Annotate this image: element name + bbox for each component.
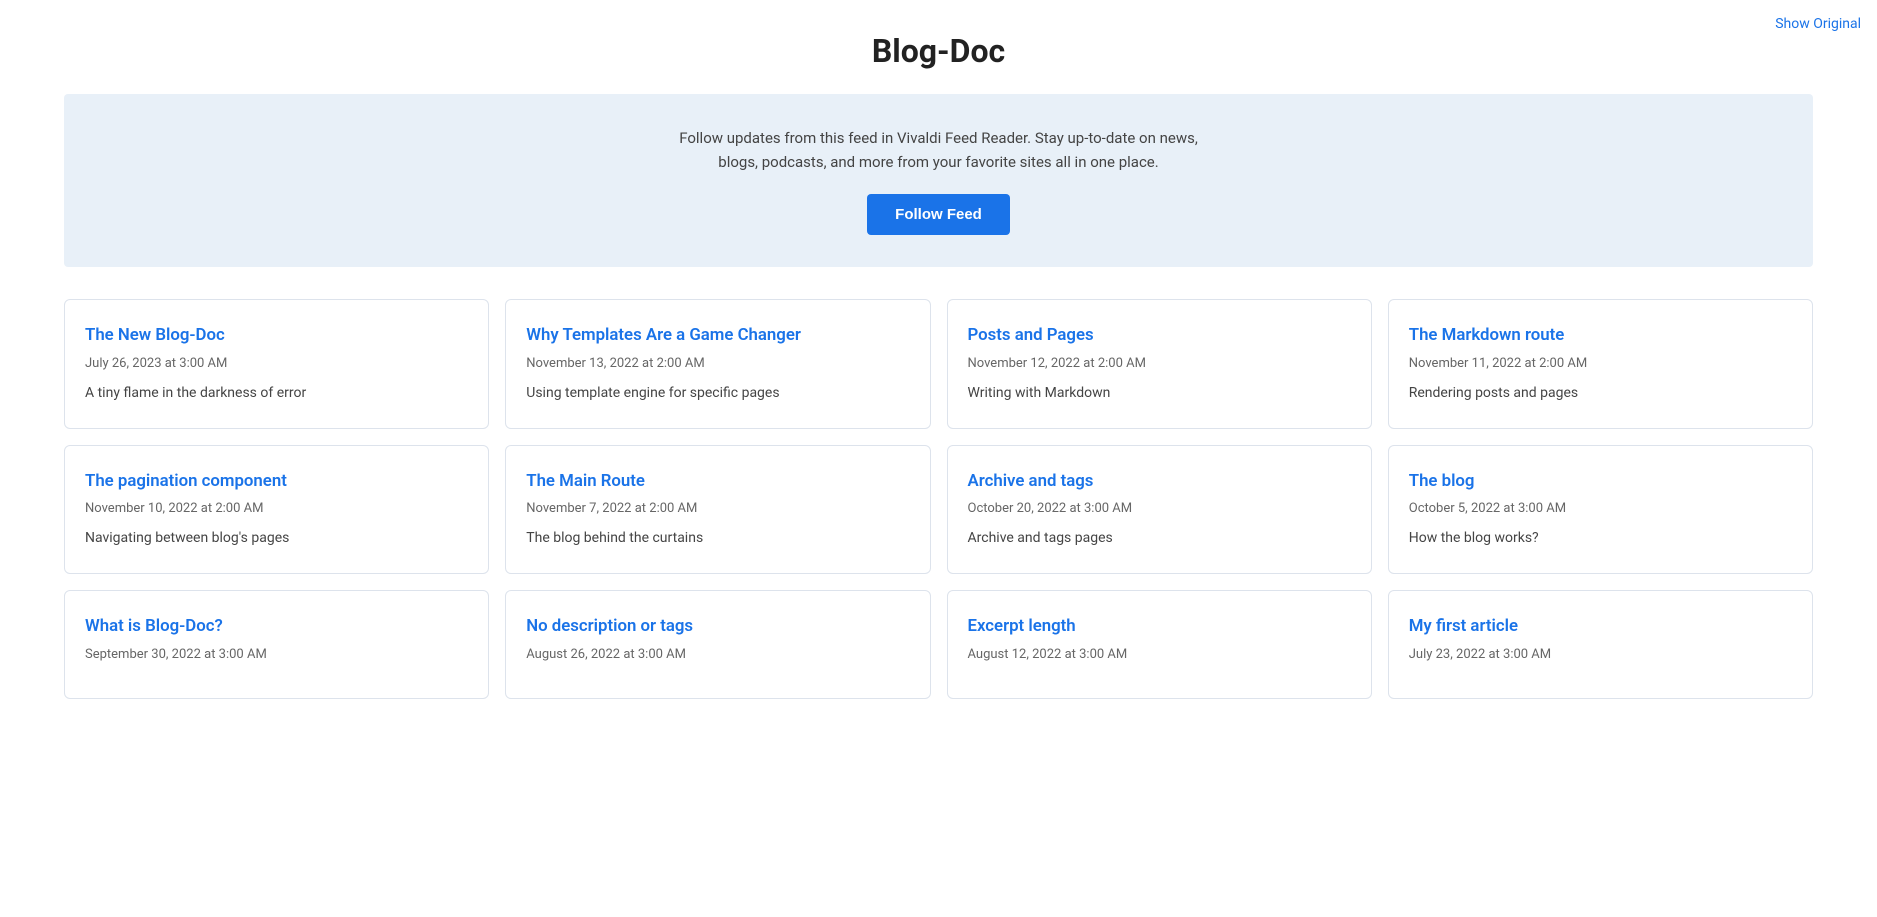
article-card: The Markdown route November 11, 2022 at 2… (1388, 299, 1813, 429)
article-title[interactable]: Why Templates Are a Game Changer (526, 324, 909, 348)
article-card: My first article July 23, 2022 at 3:00 AM (1388, 590, 1813, 699)
feed-banner: Follow updates from this feed in Vivaldi… (64, 94, 1813, 267)
article-card: The pagination component November 10, 202… (64, 445, 489, 575)
article-card: Why Templates Are a Game Changer November… (505, 299, 930, 429)
show-original-link[interactable]: Show Original (1775, 16, 1861, 32)
article-excerpt: Writing with Markdown (968, 383, 1351, 404)
article-excerpt: Navigating between blog's pages (85, 528, 468, 549)
article-date: October 5, 2022 at 3:00 AM (1409, 501, 1792, 516)
article-card: What is Blog-Doc? September 30, 2022 at 3… (64, 590, 489, 699)
feed-banner-description: Follow updates from this feed in Vivaldi… (659, 126, 1219, 174)
page-title: Blog-Doc (0, 0, 1877, 94)
article-excerpt: Archive and tags pages (968, 528, 1351, 549)
article-date: August 26, 2022 at 3:00 AM (526, 647, 909, 662)
follow-feed-button[interactable]: Follow Feed (867, 194, 1010, 235)
article-card: No description or tags August 26, 2022 at… (505, 590, 930, 699)
article-title[interactable]: What is Blog-Doc? (85, 615, 468, 639)
article-title[interactable]: Archive and tags (968, 470, 1351, 494)
article-date: July 26, 2023 at 3:00 AM (85, 356, 468, 371)
article-card: The blog October 5, 2022 at 3:00 AM How th… (1388, 445, 1813, 575)
article-title[interactable]: My first article (1409, 615, 1792, 639)
article-excerpt: The blog behind the curtains (526, 528, 909, 549)
article-card: Archive and tags October 20, 2022 at 3:00… (947, 445, 1372, 575)
article-date: November 13, 2022 at 2:00 AM (526, 356, 909, 371)
article-date: September 30, 2022 at 3:00 AM (85, 647, 468, 662)
article-card: The New Blog-Doc July 26, 2023 at 3:00 AM… (64, 299, 489, 429)
article-date: November 11, 2022 at 2:00 AM (1409, 356, 1792, 371)
article-card: The Main Route November 7, 2022 at 2:00 A… (505, 445, 930, 575)
article-title[interactable]: The blog (1409, 470, 1792, 494)
article-title[interactable]: No description or tags (526, 615, 909, 639)
article-card: Posts and Pages November 12, 2022 at 2:00… (947, 299, 1372, 429)
articles-grid: The New Blog-Doc July 26, 2023 at 3:00 AM… (0, 299, 1877, 731)
article-date: November 12, 2022 at 2:00 AM (968, 356, 1351, 371)
article-excerpt: How the blog works? (1409, 528, 1792, 549)
article-title[interactable]: Posts and Pages (968, 324, 1351, 348)
article-date: November 10, 2022 at 2:00 AM (85, 501, 468, 516)
article-excerpt: Rendering posts and pages (1409, 383, 1792, 404)
article-excerpt: A tiny flame in the darkness of error (85, 383, 468, 404)
article-date: November 7, 2022 at 2:00 AM (526, 501, 909, 516)
article-title[interactable]: The Main Route (526, 470, 909, 494)
article-title[interactable]: The New Blog-Doc (85, 324, 468, 348)
article-date: July 23, 2022 at 3:00 AM (1409, 647, 1792, 662)
article-date: October 20, 2022 at 3:00 AM (968, 501, 1351, 516)
article-title[interactable]: The Markdown route (1409, 324, 1792, 348)
article-title[interactable]: The pagination component (85, 470, 468, 494)
article-card: Excerpt length August 12, 2022 at 3:00 AM (947, 590, 1372, 699)
article-date: August 12, 2022 at 3:00 AM (968, 647, 1351, 662)
article-excerpt: Using template engine for specific pages (526, 383, 909, 404)
article-title[interactable]: Excerpt length (968, 615, 1351, 639)
